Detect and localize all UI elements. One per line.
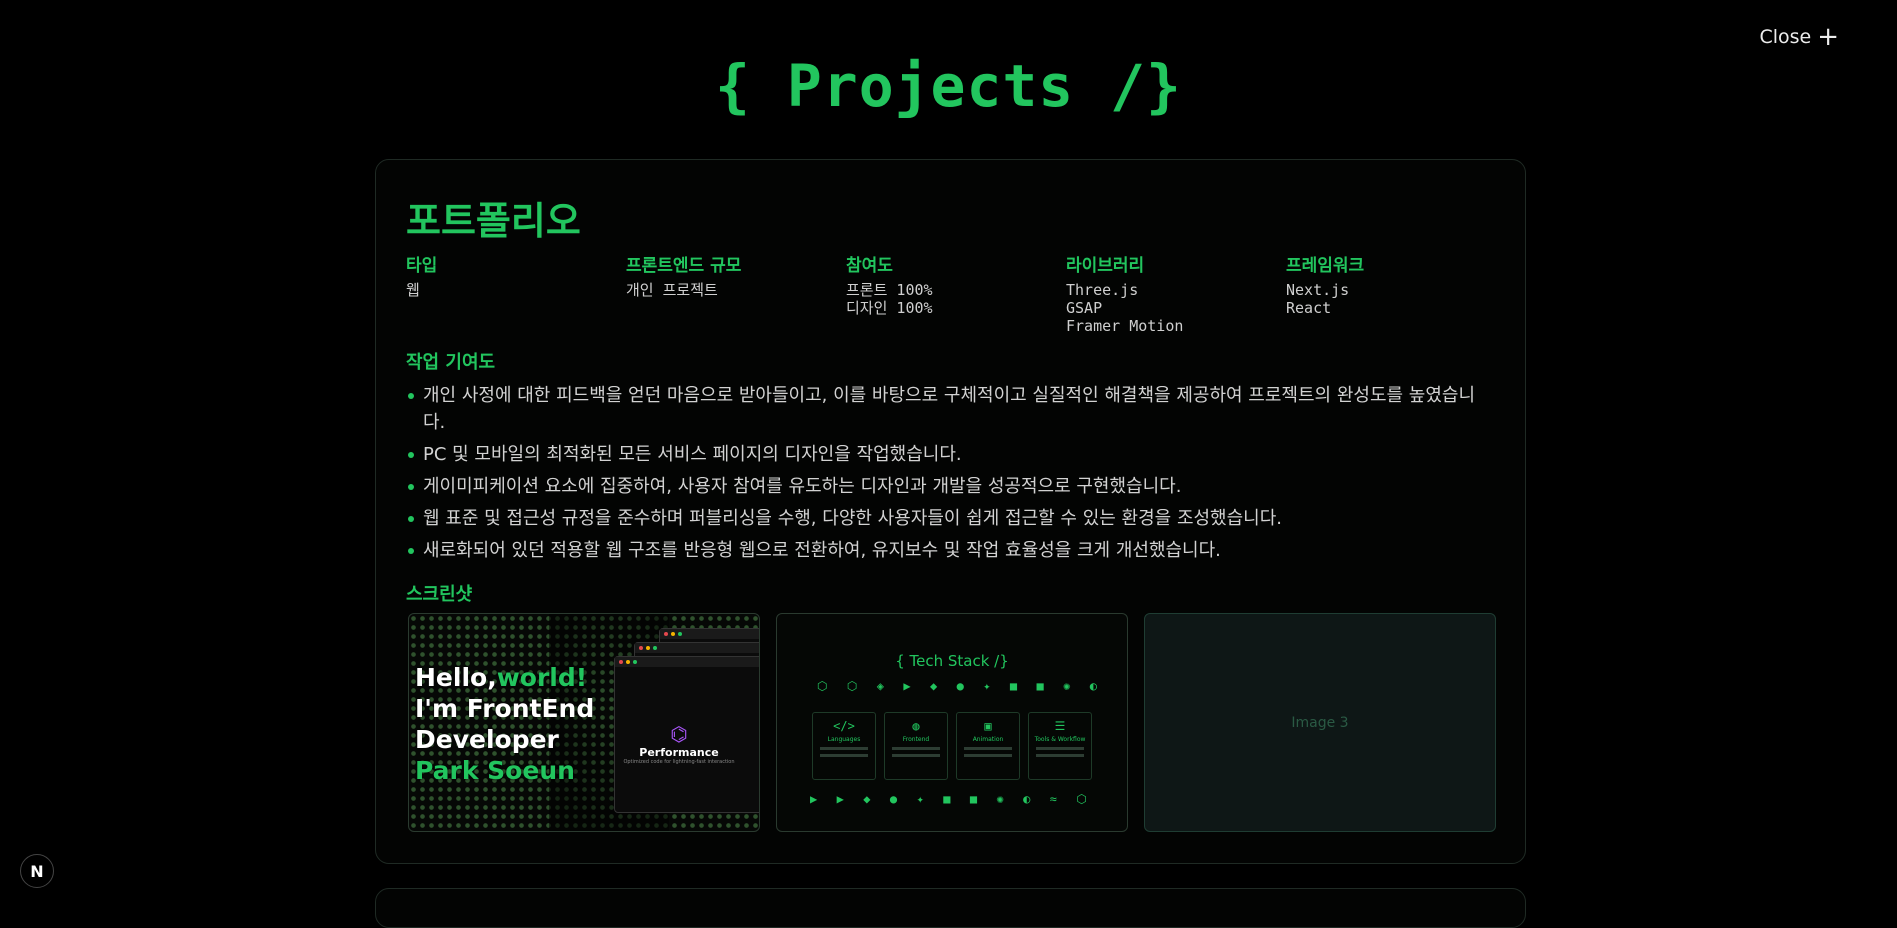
list-item: 개인 사정에 대한 피드백을 얻던 마음으로 받아들이고, 이를 바탕으로 구체… <box>406 382 1496 436</box>
tech-boxes: </> Languages ◍ Frontend ▣ Animation ☰ Tools… <box>812 712 1092 780</box>
meta-value: GSAP <box>1066 299 1103 317</box>
screenshots-heading: 스크린샷 <box>406 584 473 605</box>
palette-icon: ◍ <box>912 719 920 733</box>
css-icon: ⬡ <box>846 679 858 693</box>
tech-box: ▣ Animation <box>956 712 1020 780</box>
python-icon: ◈ <box>876 679 884 693</box>
js-icon: ■ <box>943 792 951 806</box>
screenshot-gallery: Hello,world! I'm FrontEnd Developer Park… <box>408 613 1496 832</box>
tech-box: ☰ Tools & Workflow <box>1028 712 1092 780</box>
meta-scale: 프론트엔드 규모 개인 프로젝트 <box>626 251 846 335</box>
next-icon: ◐ <box>1023 792 1031 806</box>
meta-label: 타입 <box>406 256 438 276</box>
meta-participation: 참여도 프론트 100% 디자인 100% <box>846 251 1066 335</box>
image-placeholder-label: Image 3 <box>1291 715 1349 731</box>
tech-icon-row: ⬡ ⬡ ◈ ▶ ◆ ● ✦ ■ ■ ✺ ◐ <box>817 679 1097 693</box>
database-icon: ☰ <box>1054 719 1066 733</box>
tailwind-icon: ≈ <box>1049 792 1057 806</box>
page-title: { Projects /} <box>715 52 1182 120</box>
framer-icon: ▶ <box>810 792 818 806</box>
project-title: 포트폴리오 <box>406 199 581 243</box>
css-icon: ⬡ <box>1076 792 1087 806</box>
meta-libraries: 라이브러리 Three.js GSAP Framer Motion <box>1066 251 1286 335</box>
next-icon: ◐ <box>1089 679 1097 693</box>
chip-icon: ⌬ <box>670 722 688 746</box>
list-item: 새로화되어 있던 적용할 웹 구조를 반응형 웹으로 전환하여, 유지보수 및 … <box>406 537 1496 564</box>
hero-line: I'm FrontEnd <box>415 694 595 723</box>
react-icon: ✺ <box>1063 679 1071 693</box>
tech-box: </> Languages <box>812 712 876 780</box>
contribution-heading: 작업 기여도 <box>406 352 496 373</box>
hero-line: Developer <box>415 725 559 754</box>
meta-value: Three.js <box>1066 281 1139 299</box>
ts-icon: ■ <box>969 792 978 806</box>
list-item: 웹 표준 및 접근성 규정을 준수하며 퍼블리싱을 수행, 다양한 사용자들이 … <box>406 505 1496 532</box>
meta-value: 개인 프로젝트 <box>626 281 718 299</box>
framer-icon: ▶ <box>903 679 911 693</box>
meta-label: 라이브러리 <box>1066 256 1145 276</box>
screenshot-1[interactable]: Hello,world! I'm FrontEnd Developer Park… <box>408 613 760 832</box>
meta-label: 프론트엔드 규모 <box>626 256 742 276</box>
tech-box-title: Tools & Workflow <box>1034 736 1086 743</box>
meta-label: 프레임워크 <box>1286 256 1365 276</box>
tech-box-title: Languages <box>827 736 861 743</box>
chip-icon: ▣ <box>984 719 992 733</box>
hello-text: Hello, <box>415 663 497 692</box>
meta-value: 프론트 100% <box>846 281 933 299</box>
next-logo-icon[interactable]: N <box>20 854 54 888</box>
html-icon: ⬡ <box>817 679 828 693</box>
meta-value: 디자인 100% <box>846 299 933 317</box>
tech-box-title: Frontend <box>902 736 930 743</box>
tech-stack-title: { Tech Stack /} <box>895 652 1009 670</box>
github-icon: ● <box>889 792 898 806</box>
performance-subtitle: Optimized code for lightning-fast intera… <box>623 759 735 765</box>
project-card: 포트폴리오 타입 웹 프론트엔드 규모 개인 프로젝트 참여도 프론트 100%… <box>375 159 1526 864</box>
code-icon: </> <box>833 719 855 733</box>
hero-text: Hello,world! I'm FrontEnd Developer Park… <box>415 662 594 786</box>
screenshot-2[interactable]: { Tech Stack /} ⬡ ⬡ ◈ ▶ ◆ ● ✦ ■ ■ ✺ ◐ </> Languages… <box>776 613 1128 832</box>
meta-label: 참여도 <box>846 256 893 276</box>
tech-icon-row: ▶ ▶ ◆ ● ✦ ■ ■ ✺ ◐ ≈ ⬡ <box>810 792 1087 806</box>
meta-value: React <box>1286 299 1332 317</box>
meta-value: Framer Motion <box>1066 317 1184 335</box>
meta-value: 웹 <box>406 281 420 299</box>
meta-frameworks: 프레임워크 Next.js React <box>1286 251 1506 335</box>
git-icon: ◆ <box>863 792 871 806</box>
framer-icon: ▶ <box>836 792 844 806</box>
close-label: Close <box>1759 26 1812 48</box>
performance-card: ⌬ Performance Optimized code for lightni… <box>609 722 749 765</box>
list-item: 게이미피케이션 요소에 집중하여, 사용자 참여를 유도하는 디자인과 개발을 … <box>406 473 1496 500</box>
figma-icon: ✦ <box>983 679 991 693</box>
screenshot-3[interactable]: Image 3 <box>1144 613 1496 832</box>
github-icon: ● <box>956 679 964 693</box>
contribution-list: 개인 사정에 대한 피드백을 얻던 마음으로 받아들이고, 이를 바탕으로 구체… <box>406 382 1496 569</box>
react-icon: ✺ <box>996 792 1004 806</box>
tech-box-title: Animation <box>972 736 1004 743</box>
list-item: PC 및 모바일의 최적화된 모든 서비스 페이지의 디자인을 작업했습니다. <box>406 441 1496 468</box>
ts-icon: ■ <box>1036 679 1044 693</box>
project-meta: 타입 웹 프론트엔드 규모 개인 프로젝트 참여도 프론트 100% 디자인 1… <box>406 251 1506 335</box>
hero-name: Park Soeun <box>415 756 575 785</box>
figma-icon: ✦ <box>916 792 924 806</box>
plus-icon: + <box>1817 22 1839 52</box>
tech-box: ◍ Frontend <box>884 712 948 780</box>
close-button[interactable]: Close + <box>1759 22 1839 52</box>
git-icon: ◆ <box>930 679 938 693</box>
world-text: world! <box>496 663 588 692</box>
performance-title: Performance <box>639 746 719 759</box>
meta-type: 타입 웹 <box>406 251 626 335</box>
meta-value: Next.js <box>1286 281 1350 299</box>
project-card <box>375 888 1526 928</box>
js-icon: ■ <box>1009 679 1018 693</box>
